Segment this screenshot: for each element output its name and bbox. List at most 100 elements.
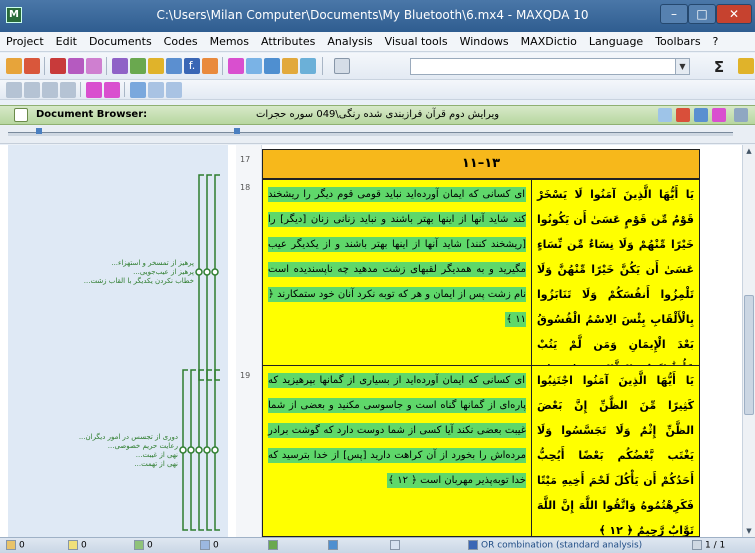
export-icon[interactable] [676,108,690,122]
edit-icon[interactable] [694,108,708,122]
code-label[interactable]: دوری از تجسس در امور دیگران... [79,433,178,441]
find-icon[interactable] [86,82,102,98]
code-label[interactable]: پرهیز از عیب‌جویی... [133,268,194,276]
document-icon[interactable] [246,58,262,74]
ruler-indent-marker[interactable] [234,128,240,134]
align-icon[interactable] [6,82,22,98]
menu-item-analysis[interactable]: Analysis [321,32,378,51]
persian-translation-cell[interactable]: ای کسانی که ایمان آورده‌اید نباید قومی ق… [262,179,532,366]
memo-icon [68,540,78,550]
menu-item-help[interactable]: ? [707,32,725,51]
arabic-verse-text: يَا أَيُّهَا الَّذِينَ آمَنُوا اجْتَنِبُ… [537,374,694,537]
sum-icon[interactable]: Σ [710,58,728,76]
ruler-left-marker[interactable] [36,128,42,134]
code-icon[interactable] [68,58,84,74]
function-icon [468,540,478,550]
highlighter-icon[interactable] [202,58,218,74]
vertical-scrollbar[interactable]: ▲ ▼ [742,145,755,537]
menu-item-windows[interactable]: Windows [454,32,515,51]
secondary-toolbar [0,80,755,100]
function-icon[interactable]: f. [184,58,200,74]
pencil-icon[interactable] [86,58,102,74]
search-icon[interactable] [712,108,726,122]
code-label[interactable]: رعایت حریم خصوصی... [108,442,178,450]
status-memos: 0 [68,540,87,551]
documents-icon [6,540,16,550]
maxqda-window: M C:\Users\Milan Computer\Documents\My B… [0,0,755,553]
open-project-icon[interactable] [6,58,22,74]
maximize-button[interactable]: □ [688,4,716,24]
code-margin: پرهیز از تمسخر و استهزاء... پرهیز از عیب… [8,145,228,537]
columns-icon[interactable] [148,82,164,98]
status-documents: 0 [6,540,25,551]
status-bar: 0 0 0 0 OR combination (standard analysi… [0,537,755,553]
main-toolbar: f. ▼ Σ [0,53,755,80]
menu-bar: Project Edit Documents Codes Memos Attributes… [0,32,755,52]
menu-item-project[interactable]: Project [0,32,50,51]
settings-icon[interactable] [166,82,182,98]
code-label[interactable]: نهی از تهمت... [134,460,178,468]
status-filter-icon[interactable] [328,540,341,551]
line-numbers: 17 18 19 [236,145,262,537]
title-bar: M C:\Users\Milan Computer\Documents\My B… [0,0,755,32]
status-weight-icon[interactable] [390,540,403,551]
document-browser-header: Document Browser: ویرایش دوم قرآن فرازبن… [0,105,755,125]
menu-item-toolbars[interactable]: Toolbars [649,32,706,51]
overview-icon[interactable] [264,58,280,74]
diagram-icon[interactable] [300,58,316,74]
folder-icon[interactable] [148,58,164,74]
minimize-button[interactable]: – [660,4,688,24]
memo-icon[interactable] [112,58,128,74]
persian-translation-cell[interactable]: ای کسانی که ایمان آورده‌اید از بسیاری از… [262,365,532,537]
line-number: 17 [240,155,251,164]
search-icon[interactable] [228,58,244,74]
person-icon[interactable] [738,58,754,74]
ruler [0,126,755,144]
link-icon[interactable] [130,58,146,74]
close-panel-icon[interactable] [734,108,748,122]
analysis-mode[interactable]: OR combination (standard analysis) [468,540,642,551]
arabic-verse-cell[interactable]: يَا أَيُّهَا الَّذِينَ آمَنُوا اجْتَنِبُ… [531,365,700,537]
menu-item-attributes[interactable]: Attributes [255,32,321,51]
menu-item-edit[interactable]: Edit [50,32,83,51]
verse-table: ۱۱–۱۳ ای کسانی که ایمان آورده‌اید نباید … [262,145,702,537]
grid-icon[interactable] [130,82,146,98]
close-button[interactable]: ✕ [716,4,752,24]
maxqda-logo-icon: M [6,7,22,23]
delete-icon[interactable] [50,58,66,74]
document-icon [14,108,28,122]
menu-item-maxdictio[interactable]: MAXDictio [515,32,583,51]
code-label[interactable]: پرهیز از تمسخر و استهزاء... [111,259,194,267]
arabic-verse-text: يَا أَيُّهَا الَّذِينَ آمَنُوا لَا يَسْخ… [537,188,694,365]
scroll-up-icon[interactable]: ▲ [743,145,755,157]
menu-item-language[interactable]: Language [583,32,649,51]
scroll-thumb[interactable] [744,295,754,415]
calculator-icon[interactable] [334,58,350,74]
visual-tool-icon[interactable] [282,58,298,74]
persian-translation-text: ای کسانی که ایمان آورده‌اید نباید قومی ق… [268,187,526,327]
arrow-down-icon[interactable] [42,82,58,98]
menu-item-memos[interactable]: Memos [204,32,255,51]
table-icon[interactable] [166,58,182,74]
arrow-up-icon[interactable] [24,82,40,98]
status-activate-icon[interactable] [268,540,281,551]
menu-item-visual-tools[interactable]: Visual tools [379,32,454,51]
code-label[interactable]: نهی از غیبت... [136,451,178,459]
window-title: C:\Users\Milan Computer\Documents\My Blu… [156,8,589,22]
import-icon[interactable] [24,58,40,74]
document-area: پرهیز از تمسخر و استهزاء... پرهیز از عیب… [0,145,742,537]
menu-item-documents[interactable]: Documents [83,32,158,51]
menu-item-codes[interactable]: Codes [158,32,204,51]
align-bottom-icon[interactable] [60,82,76,98]
document-name: ویرایش دوم قرآن فرازبندی شده رنگی\049 سو… [256,109,500,120]
scroll-down-icon[interactable]: ▼ [743,525,755,537]
code-selector-combo[interactable]: ▼ [410,58,690,75]
status-segments: 0 [200,540,219,551]
segments-icon [200,540,210,550]
line-number: 18 [240,183,251,192]
print-icon[interactable] [658,108,672,122]
find-next-icon[interactable] [104,82,120,98]
code-label[interactable]: خطاب نکردن یکدیگر با القاب زشت... [84,277,194,285]
arabic-verse-cell[interactable]: يَا أَيُّهَا الَّذِينَ آمَنُوا لَا يَسْخ… [531,179,700,366]
chevron-down-icon[interactable]: ▼ [675,59,689,74]
